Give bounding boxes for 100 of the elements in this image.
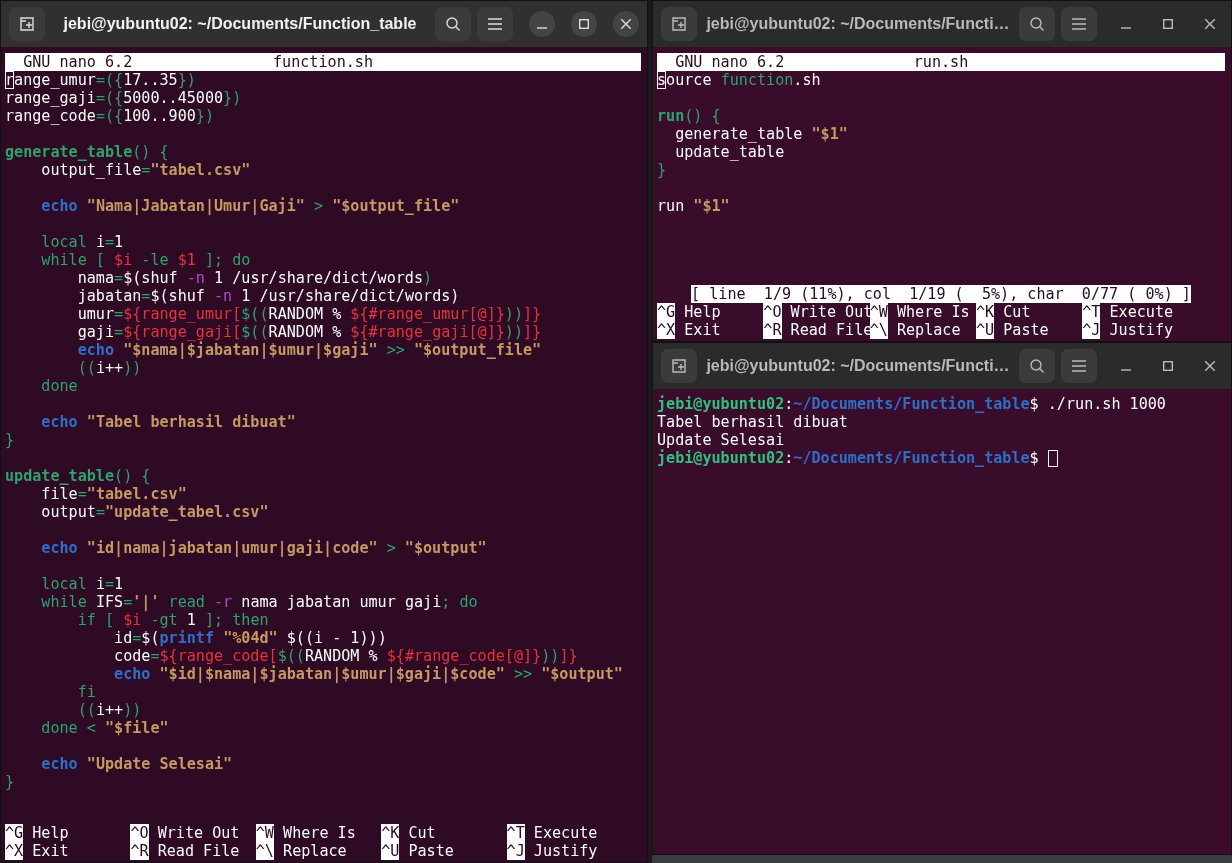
code-line: range_umur=({17..35})	[5, 71, 196, 89]
window-title: jebi@yubuntu02: ~/Documents/Function_table	[62, 15, 418, 33]
search-icon	[445, 16, 461, 32]
shortcut-label: Paste	[407, 842, 454, 860]
shortcut-label: Cut	[1002, 303, 1031, 321]
menu-button[interactable]	[1061, 7, 1097, 41]
code-line: code=${range_code[$((RANDOM % ${#range_code[@]}))]}	[113, 647, 578, 665]
shortcut-label: Where Is	[895, 303, 970, 321]
terminal-line: jebi@yubuntu02:~/Documents/Function_table$ ./run.sh 1000	[657, 395, 1166, 413]
code-line: run() {	[657, 107, 721, 125]
terminal-line: Tabel berhasil dibuat	[657, 413, 848, 431]
code-line: gaji=${range_gaji[$((RANDOM % ${#range_gaji[@]}))]}	[76, 323, 542, 341]
close-icon	[621, 19, 631, 29]
shortcut-key: ^J	[506, 842, 525, 860]
menu-icon	[488, 18, 502, 30]
code-line: done	[40, 377, 78, 395]
shortcut-key: ^U	[975, 321, 995, 339]
terminal-line: Update Selesai	[657, 431, 785, 449]
shortcut-key: ^W	[255, 824, 274, 842]
code-line: id=$(printf "%04d" $((i - 1)))	[113, 629, 387, 647]
shortcut-key: ^W	[869, 303, 888, 321]
shortcut-key: ^O	[763, 303, 782, 321]
code-line: echo "$id|$nama|$jabatan|$umur|$gaji|$code" >> "$output"	[113, 665, 623, 683]
shortcut-key: ^O	[130, 824, 149, 842]
minimize-icon	[537, 27, 547, 29]
code-line: file="tabel.csv"	[40, 485, 187, 503]
code-line: output="update_tabel.csv"	[40, 503, 269, 521]
code-line: echo "$nama|$jabatan|$umur|$gaji" >> "$output_file"	[76, 341, 542, 359]
shortcut-key: ^J	[1082, 321, 1101, 339]
shortcut-label: Write Out	[156, 824, 240, 842]
search-button[interactable]	[1019, 7, 1055, 41]
editor-version: GNU nano 6.2	[674, 53, 786, 71]
maximize-button[interactable]	[571, 11, 597, 37]
close-button[interactable]	[613, 11, 639, 37]
code-line: }	[5, 431, 15, 449]
code-line: range_gaji=({5000..45000})	[5, 89, 242, 107]
shortcut-label: Exit	[31, 842, 69, 860]
minimize-icon	[1121, 27, 1131, 29]
shortcut-label: Execute	[532, 824, 598, 842]
shortcut-key: ^\	[869, 321, 888, 339]
menu-icon	[1072, 18, 1086, 30]
minimize-button[interactable]	[529, 11, 555, 37]
shortcut-key: ^K	[381, 824, 400, 842]
new-tab-button[interactable]	[661, 349, 697, 383]
code-line: ((i++))	[76, 701, 142, 719]
shortcut-key: ^G	[5, 824, 24, 842]
code-line: fi	[76, 683, 96, 701]
code-line: echo "Update Selesai"	[40, 755, 233, 773]
menu-icon	[1072, 360, 1086, 372]
code-line: generate_table() {	[5, 143, 169, 161]
search-button[interactable]	[435, 7, 471, 41]
shortcut-key: ^R	[763, 321, 782, 339]
code-line: umur=${range_umur[$((RANDOM % ${#range_umur[@]}))]}	[76, 305, 542, 323]
shortcut-key: ^T	[506, 824, 525, 842]
shortcut-label: Justify	[532, 842, 598, 860]
shortcut-label: Read File	[156, 842, 240, 860]
code-line: }	[657, 161, 667, 179]
code-line: update_table	[674, 143, 785, 161]
shortcut-label: Help	[31, 824, 69, 842]
code-line: generate_table "$1"	[674, 125, 848, 143]
shortcut-label: Cut	[407, 824, 436, 842]
search-button[interactable]	[1019, 349, 1055, 383]
shortcut-key: ^U	[381, 842, 400, 860]
new-tab-icon	[19, 16, 35, 32]
window-title: jebi@yubuntu02: ~/Documents/Functi…	[705, 15, 1011, 33]
code-line: ((i++))	[76, 359, 142, 377]
code-line: echo "Nama|Jabatan|Umur|Gaji" > "$output_file"	[40, 197, 460, 215]
shortcut-key: ^G	[657, 303, 676, 321]
shortcut-label: Execute	[1108, 303, 1174, 321]
code-line: range_code=({100..900})	[5, 107, 215, 125]
shortcut-key: ^X	[5, 842, 24, 860]
code-line: while IFS='|' read -r nama jabatan umur gaji; do	[40, 593, 478, 611]
new-tab-icon	[671, 16, 687, 32]
code-line: local i=1	[40, 575, 124, 593]
close-icon	[1205, 361, 1215, 371]
code-line: while [ $i -le $1 ]; do	[40, 251, 251, 269]
code-line: echo "Tabel berhasil dibuat"	[40, 413, 296, 431]
file-name: run.sh	[913, 53, 969, 71]
search-icon	[1029, 16, 1045, 32]
shortcut-key: ^R	[130, 842, 149, 860]
maximize-icon	[579, 19, 589, 29]
code-line: update_table() {	[5, 467, 151, 485]
maximize-icon	[1163, 361, 1173, 371]
search-icon	[1029, 358, 1045, 374]
new-tab-button[interactable]	[661, 7, 697, 41]
new-tab-button[interactable]	[9, 7, 45, 41]
code-line: }	[5, 773, 15, 791]
shortcut-label: Where Is	[282, 824, 356, 842]
shortcut-key: ^X	[657, 321, 676, 339]
shortcut-label: Exit	[683, 321, 721, 339]
status-message: [ line 1/9 (11%), col 1/19 ( 5%), char 0/77 ( 0%) ]	[691, 285, 1191, 303]
menu-button[interactable]	[477, 7, 513, 41]
editor-version: GNU nano 6.2	[22, 53, 134, 71]
terminal-line: jebi@yubuntu02:~/Documents/Function_table$	[657, 449, 1039, 467]
code-line: run "$1"	[657, 197, 730, 215]
maximize-icon	[1163, 19, 1173, 29]
code-line: echo "id|nama|jabatan|umur|gaji|code" > "$output"	[40, 539, 487, 557]
code-line: if [ $i -gt 1 ]; then	[76, 611, 269, 629]
menu-button[interactable]	[1061, 349, 1097, 383]
code-line: local i=1	[40, 233, 124, 251]
